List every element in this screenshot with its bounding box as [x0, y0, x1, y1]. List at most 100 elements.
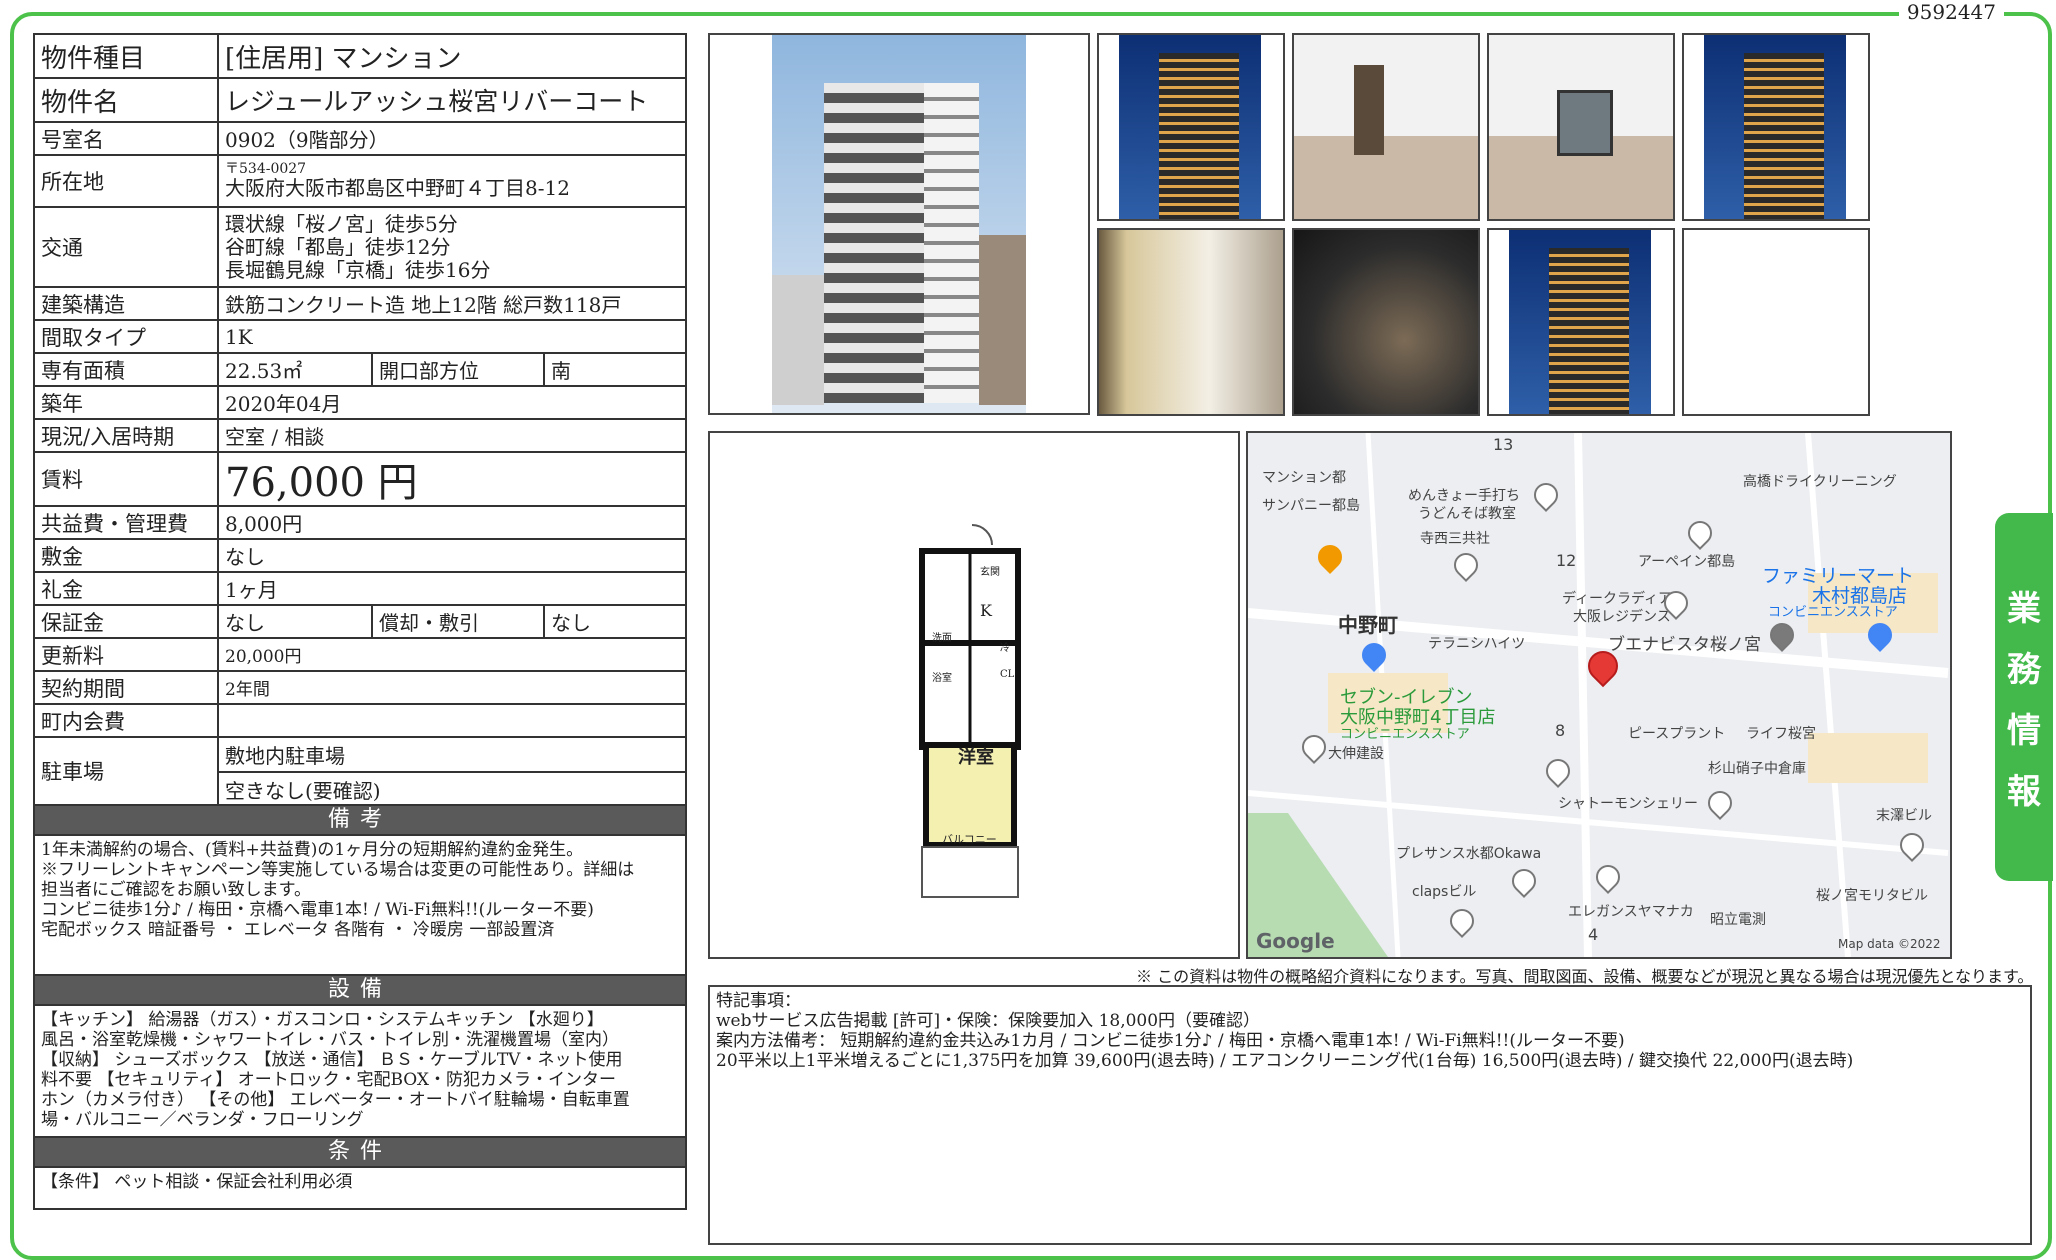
equipment-line: 料不要 【セキュリティ】 オートロック・宅配BOX・防犯カメラ・インター: [41, 1070, 616, 1090]
plan-room-label: 洋室: [958, 747, 994, 768]
remarks-line: 担当者にご確認をお願い致します。: [41, 880, 311, 900]
map-label: 高橋ドライクリーニング: [1743, 474, 1897, 490]
status-value: 空室 / 相談: [225, 425, 325, 449]
map-credit: Map data ©2022: [1838, 937, 1941, 951]
key-money-value: 1ヶ月: [225, 578, 278, 602]
built-label: 築年: [35, 387, 219, 418]
business-info-tab[interactable]: 業 務 情 報: [1995, 513, 2053, 881]
town-fee-label: 町内会費: [35, 705, 219, 736]
guarantee-value: なし: [225, 611, 265, 635]
built-value: 2020年04月: [225, 392, 342, 416]
equipment-line: 【収納】 シューズボックス 【放送・通信】 ＢＳ・ケーブルTV・ネット使用: [41, 1050, 623, 1070]
term-label: 契約期間: [35, 672, 219, 703]
remarks-line: ※フリーレントキャンペーン等実施している場合は変更の可能性あり。詳細は: [41, 860, 635, 880]
map-label: ピースプラント: [1628, 726, 1726, 742]
photo-thumb-2[interactable]: [1292, 33, 1480, 221]
map-label: プレサンス水都Okawa: [1396, 846, 1542, 862]
status-label: 現況/入居時期: [35, 420, 219, 451]
property-table: 物件種目 [住居用] マンション 物件名 レジュールアッシュ桜宮リバーコート 号室名…: [33, 33, 687, 1210]
photo-thumb-3[interactable]: [1487, 33, 1675, 221]
area-value: 22.53㎡: [225, 359, 303, 383]
plan-balcony-label: バルコニー: [942, 833, 997, 846]
parking-availability: 空きなし(要確認): [225, 779, 381, 803]
map-block-13: 13: [1493, 435, 1514, 454]
equipment-line: 場・バルコニー／ベランダ・フローリング: [41, 1110, 364, 1130]
type-label: 物件種目: [35, 35, 219, 77]
plan-entry-label: 玄関: [980, 567, 1000, 578]
plan-fridge-label: 冷: [1000, 643, 1010, 654]
amortization-value: なし: [543, 606, 685, 637]
room-value: 0902（9階部分）: [225, 128, 389, 152]
equipment-line: 風呂・浴室乾燥機・シャワートイレ・バス・トイレ別・洗濯機置場（室内）: [41, 1030, 619, 1050]
map-label: サンパニー都島: [1262, 498, 1360, 514]
term-value: 2年間: [225, 680, 270, 700]
map-label: うどんそば教室: [1418, 506, 1516, 522]
layout-value: 1K: [225, 324, 253, 349]
map-label: マンション都: [1262, 470, 1346, 486]
side-tab-char: 情: [2007, 711, 2041, 751]
renewal-label: 更新料: [35, 639, 219, 670]
floor-plan[interactable]: 洋室 バルコニー K 洗面 浴室 玄関 CL 冷: [708, 431, 1240, 959]
map-block-4: 4: [1588, 925, 1599, 944]
location-map[interactable]: 13 12 8 4 マンション都 サンパニー都島 めんきょー手打ち うどんそば教…: [1246, 431, 1952, 959]
fee-label: 共益費・管理費: [35, 507, 219, 538]
name-value: レジュールアッシュ桜宮リバーコート: [225, 87, 649, 116]
guarantee-label: 保証金: [35, 606, 219, 637]
map-label: 大阪レジデンス: [1573, 609, 1671, 625]
map-label: テラニシハイツ: [1428, 636, 1526, 652]
photo-thumb-5[interactable]: [1097, 228, 1285, 416]
type-value: [住居用] マンション: [225, 43, 462, 74]
deposit-label: 敷金: [35, 540, 219, 571]
map-label: 寺西三共社: [1420, 531, 1490, 547]
remarks-line: 宅配ボックス 暗証番号 ・ エレベータ 各階有 ・ 冷暖房 一部設置済: [41, 920, 555, 940]
main-building-photo[interactable]: [708, 33, 1090, 415]
conditions-text: 【条件】 ペット相談・保証会社利用必須: [33, 1168, 687, 1210]
google-logo: Google: [1256, 929, 1335, 953]
photo-thumb-7[interactable]: [1487, 228, 1675, 416]
map-label: 昭立電測: [1710, 912, 1766, 928]
area-label: 専有面積: [35, 354, 219, 385]
neighbor-building: [979, 235, 1026, 405]
map-label: シャトーモンシェリー: [1558, 796, 1698, 812]
map-label: アーペイン都島: [1638, 554, 1736, 570]
access-line: 環状線「桜ノ宮」徒歩5分: [225, 211, 458, 236]
conditions-heading: 条件: [33, 1138, 687, 1168]
plan-toilet-label: 洗面: [932, 633, 952, 644]
disclaimer-notice: ※ この資料は物件の概略紹介資料になります。写真、間取図面、設備、概要などが現況…: [1136, 967, 2034, 986]
structure-label: 建築構造: [35, 288, 219, 319]
amortization-label: 償却・敷引: [371, 606, 543, 637]
structure-value: 鉄筋コンクリート造 地上12階 総戸数118戸: [225, 293, 622, 317]
photo-thumb-6[interactable]: [1292, 228, 1480, 416]
side-tab-char: 務: [2007, 650, 2041, 690]
building-shape: [924, 83, 979, 403]
map-label: めんきょー手打ち: [1408, 488, 1520, 504]
fee-value: 8,000円: [225, 512, 303, 536]
photo-thumb-empty: [1682, 228, 1870, 416]
map-block-12: 12: [1556, 551, 1577, 570]
equipment-line: 【キッチン】 給湯器（ガス）・ガスコンロ・システムキッチン 【水廻り】: [41, 1010, 604, 1030]
address-value: 大阪府大阪市都島区中野町４丁目8-12: [225, 176, 570, 200]
map-label: ライフ桜宮: [1746, 726, 1816, 742]
room-label: 号室名: [35, 123, 219, 154]
renewal-value: 20,000円: [225, 647, 302, 667]
photo-thumb-4[interactable]: [1682, 33, 1870, 221]
direction-value: 南: [543, 354, 685, 385]
map-store-label: コンビニエンスストア: [1340, 727, 1470, 742]
parking-type: 敷地内駐車場: [219, 738, 685, 773]
plan-bath-label: 浴室: [932, 673, 952, 684]
rent-value: 76,000 円: [225, 460, 418, 506]
access-line: 長堀鶴見線「京橋」徒歩16分: [225, 257, 491, 282]
key-money-label: 礼金: [35, 573, 219, 604]
building-shape: [824, 83, 924, 403]
map-label: ディークラディア: [1562, 591, 1673, 607]
special-notes-line: 案内方法備考： 短期解約違約金共込み1カ月 / コンビニ徒歩1分♪ / 梅田・京…: [716, 1031, 1625, 1051]
layout-label: 間取タイプ: [35, 321, 219, 352]
map-label: エレガンスヤマナカ: [1568, 904, 1694, 920]
equipment-line: ホン（カメラ付き） 【その他】 エレベーター・オートバイ駐輪場・自転車置: [41, 1090, 630, 1110]
direction-label: 開口部方位: [371, 354, 543, 385]
parking-label: 駐車場: [35, 738, 219, 804]
map-station-label: 中野町: [1338, 613, 1398, 637]
photo-thumb-1[interactable]: [1097, 33, 1285, 221]
map-label: ブエナビスタ桜ノ宮: [1608, 635, 1761, 655]
town-fee-value: [219, 705, 685, 736]
